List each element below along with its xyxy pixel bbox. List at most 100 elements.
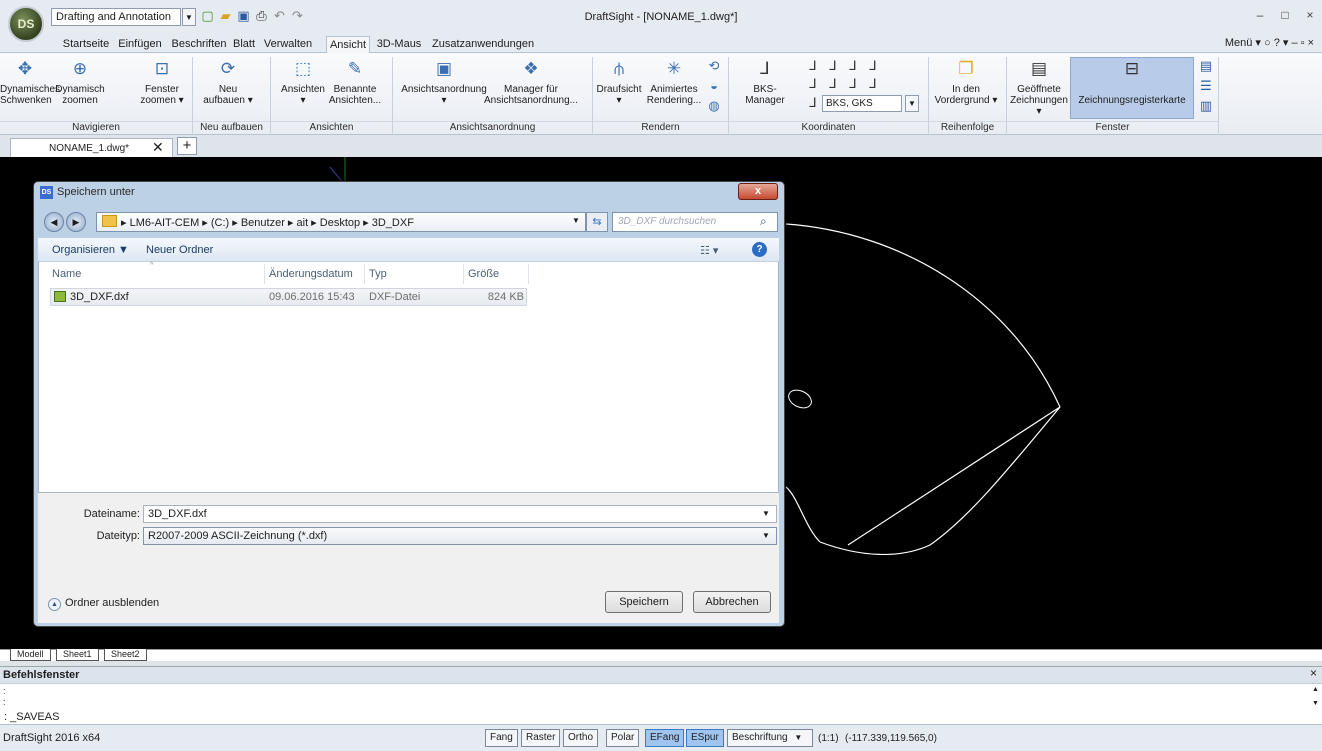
- top-view-button[interactable]: ⫛ Draufsicht ▾: [594, 58, 644, 106]
- file-name: 3D_DXF.dxf: [70, 291, 129, 303]
- views-button[interactable]: ⬚ Ansichten ▾: [280, 58, 326, 106]
- rebuild-icon: ⟳: [220, 59, 236, 78]
- layout-label-2: ▾: [441, 95, 447, 106]
- sheet-tab-modell[interactable]: Modell: [10, 649, 51, 661]
- column-separator[interactable]: [364, 264, 365, 284]
- chevron-down-icon[interactable]: ▼: [572, 216, 580, 225]
- add-tab-button[interactable]: +: [177, 137, 197, 155]
- ucs-select[interactable]: BKS, GKS: [822, 95, 902, 112]
- column-header-name[interactable]: Name: [52, 268, 81, 280]
- filename-input[interactable]: 3D_DXF.dxf: [143, 505, 777, 523]
- column-header-date[interactable]: Änderungsdatum: [269, 268, 353, 280]
- close-icon[interactable]: ×: [1310, 666, 1317, 680]
- render-icon: ✳: [666, 59, 682, 78]
- dialog-close-button[interactable]: x: [738, 183, 778, 200]
- scroll-down-icon[interactable]: ▼: [1312, 700, 1319, 707]
- close-icon[interactable]: ×: [1300, 8, 1320, 26]
- search-input[interactable]: 3D_DXF durchsuchen: [612, 212, 778, 232]
- drawing-tabs-button[interactable]: ⊟ Zeichnungsregisterkarte: [1070, 58, 1194, 106]
- organize-button[interactable]: Organisieren ▼: [52, 244, 129, 256]
- save-button[interactable]: Speichern: [605, 591, 683, 613]
- ucs-face-icon[interactable]: ⅃: [865, 58, 881, 74]
- column-separator[interactable]: [528, 264, 529, 284]
- app-logo-button[interactable]: DS: [8, 6, 44, 42]
- help-icon[interactable]: ?: [752, 242, 767, 257]
- sheet-tab-sheet2[interactable]: Sheet2: [104, 649, 147, 661]
- tab-beschriften[interactable]: Beschriften: [168, 36, 230, 53]
- ucs-origin-icon[interactable]: ⅃: [825, 58, 841, 74]
- ucs-object-icon[interactable]: ⅃: [845, 58, 861, 74]
- pan-button[interactable]: ✥ Dynamisches Schwenken: [0, 58, 60, 106]
- ucs-3point-icon[interactable]: ⅃: [865, 76, 881, 92]
- document-tab[interactable]: NONAME_1.dwg*: [10, 138, 173, 157]
- layout-manager-button[interactable]: ❖ Manager für Ansichtsanordnung...: [476, 58, 586, 106]
- forward-button[interactable]: ▶: [66, 212, 86, 232]
- chevron-down-icon: ▼: [794, 733, 803, 742]
- minimize-icon[interactable]: –: [1250, 8, 1270, 26]
- dynamic-zoom-button[interactable]: ⊕ Dynamisch zoomen: [52, 58, 108, 106]
- search-icon[interactable]: ⌕: [760, 214, 767, 229]
- named-views-button[interactable]: ✎ Benannte Ansichten...: [328, 58, 382, 106]
- ucs-world-icon[interactable]: ⅃: [805, 58, 821, 74]
- chevron-down-icon[interactable]: ▼: [762, 531, 770, 540]
- cascade-icon[interactable]: ▤: [1198, 58, 1214, 74]
- tile-horizontal-icon[interactable]: ☰: [1198, 78, 1214, 94]
- ucs-manager-button[interactable]: ⅃ BKS-Manager: [734, 58, 796, 106]
- ucs-z-icon[interactable]: ⅃: [845, 76, 861, 92]
- command-history-line: :: [3, 697, 6, 707]
- tab-zusatzanwendungen[interactable]: Zusatzanwendungen: [430, 36, 534, 53]
- tile-vertical-icon[interactable]: ▥: [1198, 98, 1214, 114]
- view-options-icon[interactable]: ☷ ▾: [700, 244, 718, 257]
- tab-einfuegen[interactable]: Einfügen: [114, 36, 166, 53]
- named-views-label-2: Ansichten...: [328, 95, 382, 106]
- bring-to-front-button[interactable]: ❐ In den Vordergrund ▾: [932, 58, 1000, 106]
- ucs-y-icon[interactable]: ⅃: [825, 76, 841, 92]
- back-button[interactable]: ◀: [44, 212, 64, 232]
- animated-render-button[interactable]: ✳ Animiertes Rendering...: [646, 58, 702, 106]
- close-icon[interactable]: ✕: [152, 138, 164, 156]
- snap-toggle[interactable]: Fang: [485, 729, 518, 747]
- command-input[interactable]: : _SAVEAS: [0, 711, 1322, 724]
- grid-toggle[interactable]: Raster: [521, 729, 561, 747]
- entity-track-toggle[interactable]: ESpur: [686, 729, 724, 747]
- sphere-icon[interactable]: ◍: [706, 98, 722, 114]
- open-drawings-label-2: Zeichnungen ▾: [1010, 95, 1068, 117]
- rebuild-button[interactable]: ⟳ Neu aufbauen ▾: [196, 58, 260, 106]
- column-separator[interactable]: [463, 264, 464, 284]
- hide-folders-button[interactable]: Ordner ausblenden: [48, 597, 159, 609]
- polar-toggle[interactable]: Polar: [606, 729, 640, 747]
- tab-ansicht[interactable]: Ansicht: [326, 36, 370, 54]
- ucs-x-icon[interactable]: ⅃: [805, 76, 821, 92]
- tab-blatt[interactable]: Blatt: [229, 36, 259, 53]
- column-header-type[interactable]: Typ: [369, 268, 387, 280]
- column-header-size[interactable]: Größe: [468, 268, 499, 280]
- camera-icon: ✎: [347, 59, 363, 78]
- file-size: 824 KB: [487, 291, 524, 303]
- open-drawings-button[interactable]: ▤ Geöffnete Zeichnungen ▾: [1010, 58, 1068, 117]
- refresh-button[interactable]: ⇆: [586, 212, 608, 232]
- filetype-select[interactable]: R2007-2009 ASCII-Zeichnung (*.dxf): [143, 527, 777, 545]
- tab-startseite[interactable]: Startseite: [56, 36, 116, 53]
- outline-arc-top: [785, 223, 1061, 408]
- file-list-pane[interactable]: [38, 238, 779, 493]
- refresh-icon[interactable]: ⟲: [706, 58, 722, 74]
- zoom-window-button[interactable]: ⊡ Fenster zoomen ▾: [140, 58, 184, 106]
- chevron-down-icon[interactable]: ▼: [905, 95, 919, 112]
- cancel-button[interactable]: Abbrechen: [693, 591, 771, 613]
- address-bar[interactable]: ▸ LM6-AIT-CEM ▸ (C:) ▸ Benutzer ▸ ait ▸ …: [96, 212, 586, 232]
- menu-button[interactable]: Menü ▾ ○ ? ▾ – ▫ ×: [1225, 36, 1314, 49]
- outline-loop: [788, 389, 812, 409]
- ortho-toggle[interactable]: Ortho: [563, 729, 599, 747]
- entity-snap-toggle[interactable]: EFang: [645, 729, 685, 747]
- chevron-down-icon[interactable]: ▼: [762, 509, 770, 518]
- tab-3d-maus[interactable]: 3D-Maus: [374, 36, 424, 53]
- scroll-up-icon[interactable]: ▲: [1312, 686, 1319, 693]
- maximize-icon[interactable]: □: [1275, 8, 1295, 26]
- annotation-select[interactable]: Beschriftung ▼: [727, 729, 813, 747]
- material-icon[interactable]: ◒: [706, 78, 722, 94]
- new-folder-button[interactable]: Neuer Ordner: [146, 244, 213, 256]
- column-separator[interactable]: [264, 264, 265, 284]
- ucs-view-icon[interactable]: ⅃: [805, 95, 821, 111]
- tab-verwalten[interactable]: Verwalten: [258, 36, 318, 53]
- sheet-tab-sheet1[interactable]: Sheet1: [56, 649, 99, 661]
